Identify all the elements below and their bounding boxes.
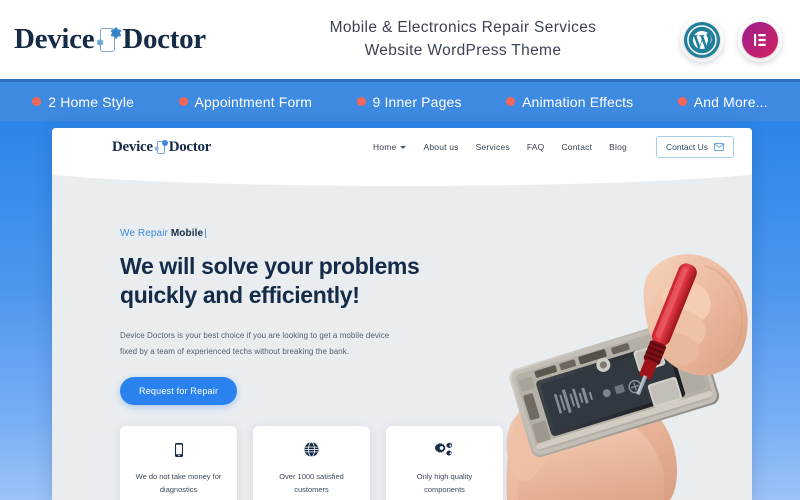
nav-item-contact[interactable]: Contact (561, 142, 592, 152)
hero-description: Device Doctors is your best choice if yo… (120, 328, 390, 361)
nav-item-label: Contact (561, 142, 593, 152)
page-title: Mobile & Electronics Repair Services Web… (206, 17, 680, 62)
feature-card-customers[interactable]: Over 1000 satisfied customers (253, 426, 370, 500)
hero-description-line-2: fixed by a team of experienced techs wit… (120, 347, 350, 357)
site-logo[interactable]: Device Doctor (112, 139, 211, 155)
feature-label: Appointment Form (194, 93, 313, 110)
feature-item-home-style: 2 Home Style (32, 94, 134, 110)
site-navigation-bar: Device Doctor Home About us Services FAQ… (52, 128, 752, 166)
nav-item-label: FAQ (526, 142, 545, 152)
page-title-line-2: Website WordPress Theme (364, 41, 562, 59)
feature-card-text: Over 1000 satisfied customers (279, 470, 344, 496)
feature-card-line-2: diagnostics (159, 485, 198, 495)
nav-item-services[interactable]: Services (476, 142, 510, 152)
gears-icon (435, 440, 454, 459)
mobile-phone-icon (171, 440, 187, 459)
hero-eyebrow-typed-word: Mobile (170, 228, 204, 239)
brand-logo-word-1: Device (14, 23, 95, 55)
mobile-phone-glyph (174, 442, 183, 457)
elementor-icon (742, 21, 778, 58)
gear-large-icon (110, 27, 122, 38)
promo-header: Device Doctor Mobile & Electronics Repai… (0, 0, 800, 79)
phone-gear-icon (95, 25, 122, 55)
nav-item-about-us[interactable]: About us (423, 142, 458, 152)
feature-card-text: We do not take money for diagnostics (136, 470, 222, 496)
bullet-dot-icon (506, 97, 516, 106)
hero-heading: We will solve your problems quickly and … (120, 252, 450, 310)
feature-card-components[interactable]: Only high quality components (386, 426, 503, 500)
brand-logo-word-2: Doctor (122, 23, 206, 55)
hero-eyebrow: We Repair Mobile| (120, 228, 450, 239)
bullet-dot-icon (356, 97, 366, 106)
feature-item-and-more: And More... (677, 93, 768, 110)
feature-item-animation-effects: Animation Effects (506, 94, 633, 110)
phone-gear-icon (154, 139, 168, 155)
hero-description-line-1: Device Doctors is your best choice if yo… (120, 330, 390, 340)
typing-cursor-icon: | (204, 228, 207, 239)
nav-item-label: Blog (609, 142, 627, 152)
hero-heading-line-1: We will solve your problems (120, 253, 420, 279)
nav-item-label: Services (475, 142, 510, 152)
feature-card-diagnostics[interactable]: We do not take money for diagnostics (120, 426, 237, 500)
feature-label: 9 Inner Pages (372, 93, 462, 110)
feature-card-row: We do not take money for diagnostics Ove… (120, 426, 503, 500)
gear-small-icon (97, 38, 104, 46)
site-menu: Home About us Services FAQ Contact Blog (373, 136, 734, 158)
nav-item-label: About us (423, 142, 459, 152)
feature-card-line-2: components (424, 485, 465, 495)
nav-item-label: Home (372, 142, 397, 152)
elementor-badge[interactable] (738, 17, 782, 62)
feature-card-line-1: Only high quality (416, 472, 473, 481)
nav-item-blog[interactable]: Blog (609, 142, 627, 152)
request-for-repair-button[interactable]: Request for Repair (120, 376, 238, 405)
feature-label: And More... (693, 93, 768, 110)
nav-item-home[interactable]: Home (372, 142, 407, 152)
site-logo-word-1: Device (112, 138, 153, 155)
gears-glyph (435, 442, 453, 456)
feature-card-line-1: Over 1000 satisfied (279, 472, 344, 481)
hero-section: We Repair Mobile| We will solve your pro… (52, 166, 752, 500)
page-root: Device Doctor Mobile & Electronics Repai… (0, 0, 800, 500)
feature-card-line-1: We do not take money for (135, 472, 222, 481)
contact-us-label: Contact Us (665, 142, 708, 152)
hero-eyebrow-prefix: We Repair (120, 228, 168, 239)
contact-us-button[interactable]: Contact Us (655, 136, 734, 158)
site-logo-word-2: Doctor (168, 138, 212, 155)
hero-copy: We Repair Mobile| We will solve your pro… (120, 228, 450, 405)
brand-logo[interactable]: Device Doctor (14, 25, 206, 55)
nav-item-faq[interactable]: FAQ (527, 142, 545, 152)
website-preview-mockup: Device Doctor Home About us Services FAQ… (52, 128, 752, 500)
feature-item-appointment-form: Appointment Form (178, 93, 313, 110)
feature-card-text: Only high quality components (417, 470, 472, 496)
feature-bar: 2 Home Style Appointment Form 9 Inner Pa… (0, 79, 800, 121)
bullet-dot-icon (178, 97, 188, 106)
feature-label: Animation Effects (522, 93, 634, 110)
feature-card-line-2: customers (294, 485, 329, 495)
gear-large-icon (161, 140, 168, 146)
elementor-glyph (754, 33, 766, 46)
page-title-line-1: Mobile & Electronics Repair Services (329, 19, 597, 37)
chevron-down-icon (400, 145, 407, 149)
bullet-dot-icon (677, 97, 687, 106)
bullet-dot-icon (32, 97, 42, 106)
wordpress-badge[interactable] (680, 17, 724, 62)
hero-heading-line-2: quickly and efficiently! (120, 281, 360, 308)
wordpress-icon (684, 21, 720, 58)
feature-item-inner-pages: 9 Inner Pages (356, 93, 462, 110)
feature-label: 2 Home Style (48, 93, 135, 110)
globe-icon (303, 440, 320, 459)
globe-glyph (304, 442, 319, 457)
wordpress-glyph (687, 24, 717, 55)
gear-small-icon (154, 146, 159, 151)
platform-badges (680, 17, 782, 62)
envelope-icon (714, 143, 724, 151)
